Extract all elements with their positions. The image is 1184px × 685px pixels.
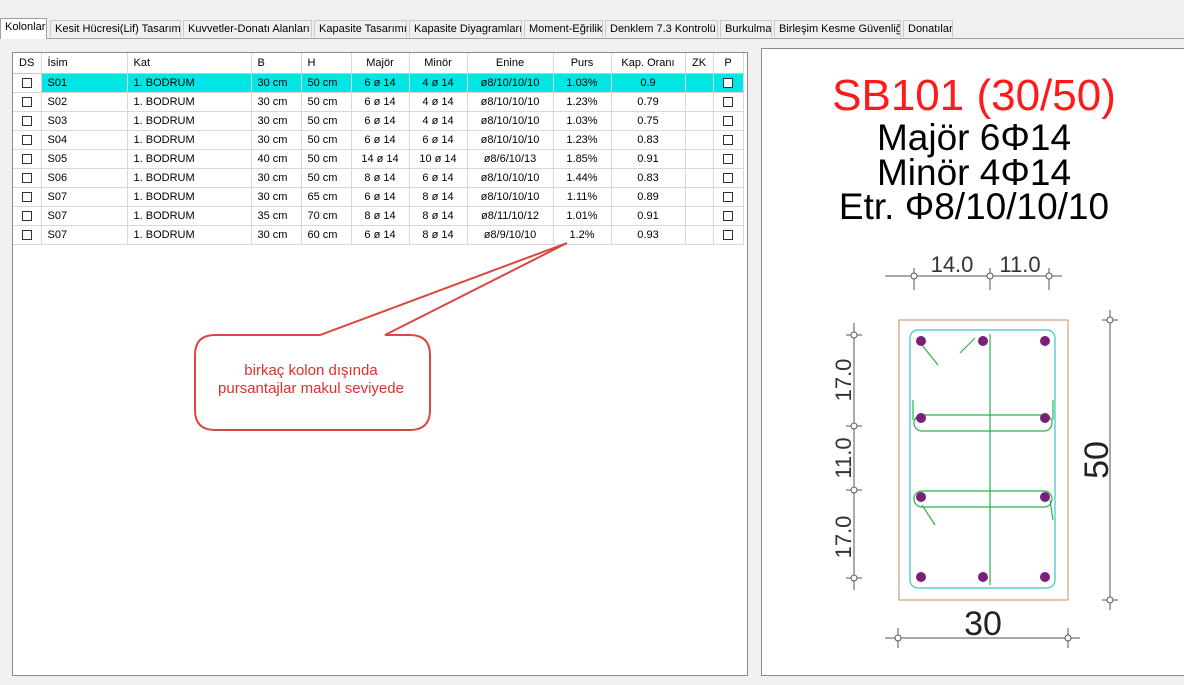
top-dim-2: 11.0	[999, 252, 1040, 277]
height-label: 50	[1078, 441, 1116, 479]
tie-lines	[912, 334, 1054, 585]
stirrup-label: Etr. Φ8/10/10/10	[839, 186, 1109, 227]
width-label: 30	[964, 605, 1002, 643]
stirrup-outer	[909, 329, 1056, 589]
top-dim-1: 14.0	[931, 252, 974, 277]
concrete-outline	[898, 319, 1069, 601]
section-drawing: SB101 (30/50) Majör 6Φ14 Minör 4Φ14 Etr.…	[831, 71, 1118, 648]
left-dim-1: 17.0	[831, 359, 856, 402]
left-dim-2: 11.0	[831, 437, 856, 478]
section-title: SB101 (30/50)	[832, 71, 1116, 120]
left-dim-3: 17.0	[831, 516, 856, 559]
rebar-dots	[916, 336, 1050, 582]
